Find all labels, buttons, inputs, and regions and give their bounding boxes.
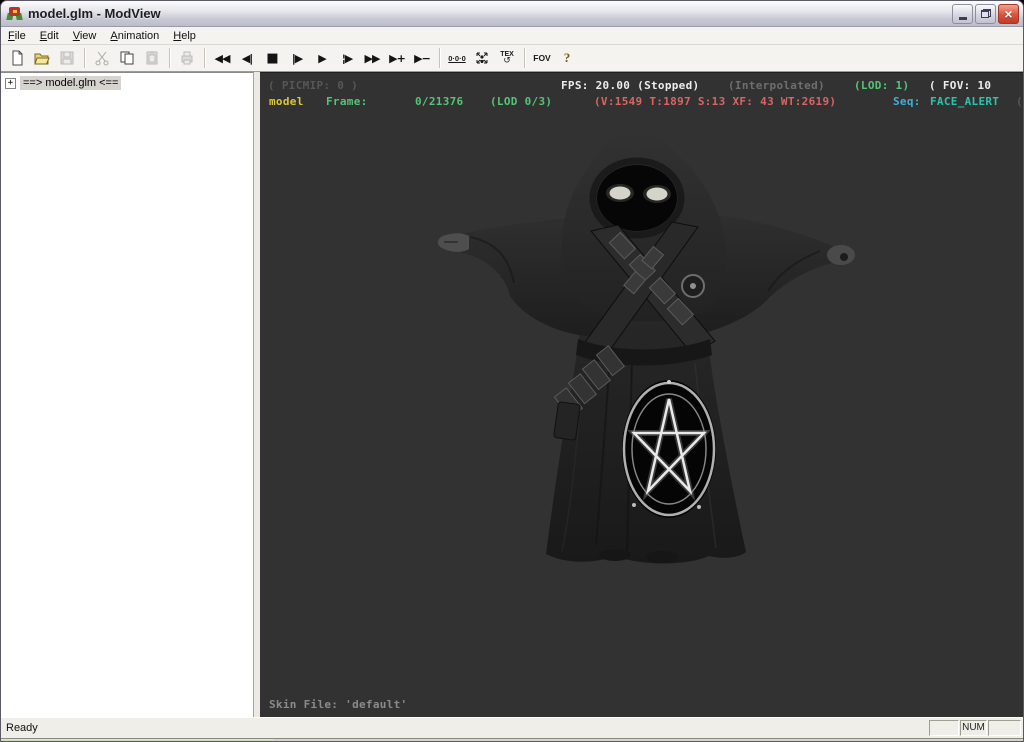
fast-forward-button[interactable]: ▶▶ (360, 47, 384, 69)
right-eye (646, 187, 668, 201)
fov-icon: FOV (533, 53, 551, 63)
restore-button[interactable] (975, 3, 996, 24)
menu-animation[interactable]: Animation (103, 27, 166, 45)
play-marked-button[interactable]: ¦▶ (335, 47, 359, 69)
center-model-button[interactable] (470, 47, 494, 69)
toolbar-separator (84, 48, 86, 68)
hud-seq-value: FACE_ALERT (930, 95, 1000, 108)
status-pane-empty-1 (929, 720, 959, 736)
center-arrows-icon (476, 52, 488, 64)
print-icon (181, 51, 193, 65)
status-bar: Ready NUM (1, 717, 1023, 738)
save-icon (60, 51, 74, 65)
origin-icon: 0·0·0 (448, 53, 466, 63)
status-pane-num: NUM (960, 720, 987, 736)
fov-button[interactable]: FOV (530, 47, 554, 69)
paste-button[interactable] (140, 47, 164, 69)
speed-up-icon: ▶+ (389, 51, 406, 65)
close-icon: × (1004, 5, 1013, 22)
hud-seq-label: Seq: (893, 95, 921, 108)
help-button[interactable]: ? (555, 47, 579, 69)
window-bottom-edge (1, 738, 1023, 741)
hud-model-name: model (269, 95, 304, 108)
print-button[interactable] (175, 47, 199, 69)
hud-interpolated: (Interpolated) (728, 79, 825, 92)
play-marked-icon: ¦▶ (341, 51, 354, 65)
hud-seq-trailing: ( (1016, 95, 1023, 108)
tree-item-model[interactable]: + ==> model.glm <== (5, 76, 253, 90)
toolbar-separator (524, 48, 526, 68)
menu-file[interactable]: File (1, 27, 33, 45)
open-button[interactable] (30, 47, 54, 69)
model-render-jawa (437, 117, 855, 564)
model-tree-panel: + ==> model.glm <== (1, 72, 254, 717)
tree-expand-icon[interactable]: + (5, 77, 16, 89)
pentagram-emblem (622, 380, 716, 518)
minimize-button[interactable] (952, 3, 973, 24)
toolbar-separator (439, 48, 441, 68)
hud-skin-file: Skin File: 'default' (269, 698, 408, 711)
menu-edit[interactable]: Edit (33, 27, 66, 45)
toolbar-separator (204, 48, 206, 68)
toolbar: ◀◀ ◀| ■ |▶ ▶ ¦▶ ▶▶ ▶+ ▶− 0·0·0 TEX ↺ FOV… (1, 45, 1023, 72)
copy-icon (120, 51, 134, 65)
stop-icon: ■ (266, 50, 278, 66)
toolbar-separator (169, 48, 171, 68)
menu-help[interactable]: Help (166, 27, 203, 45)
hud-picmip: ( PICMIP: 0 ) (268, 79, 358, 92)
speed-down-button[interactable]: ▶− (410, 47, 434, 69)
play-icon: ▶ (318, 51, 327, 65)
title-bar[interactable]: model.glm - ModView × (1, 1, 1023, 27)
new-button[interactable] (5, 47, 29, 69)
cut-scissors-icon (95, 51, 109, 66)
model-viewport[interactable]: ( PICMIP: 0 ) FPS: 20.00 (Stopped) (Inte… (260, 72, 1023, 717)
stop-button[interactable]: ■ (260, 47, 284, 69)
main-area: + ==> model.glm <== ( PICMIP: 0 ) FPS: 2… (1, 72, 1023, 717)
play-button[interactable]: ▶ (310, 47, 334, 69)
help-question-icon: ? (563, 50, 571, 65)
step-forward-button[interactable]: |▶ (285, 47, 309, 69)
rewind-button[interactable]: ◀◀ (210, 47, 234, 69)
speed-up-button[interactable]: ▶+ (385, 47, 409, 69)
step-back-button[interactable]: ◀| (235, 47, 259, 69)
rewind-icon: ◀◀ (214, 51, 231, 65)
menu-bar: File Edit View Animation Help (1, 27, 1023, 45)
left-eye (609, 186, 631, 200)
step-forward-icon: |▶ (291, 51, 304, 65)
reload-textures-icon: TEX ↺ (500, 50, 514, 66)
minimize-icon (958, 16, 967, 20)
restore-icon (980, 9, 991, 18)
hud-fps: FPS: 20.00 (Stopped) (561, 79, 700, 92)
hud-frame-label: Frame: (326, 95, 368, 108)
paste-clipboard-icon (146, 51, 158, 65)
status-pane-empty-2 (988, 720, 1021, 736)
new-file-icon (12, 50, 23, 66)
close-button[interactable]: × (998, 3, 1019, 24)
reload-textures-button[interactable]: TEX ↺ (495, 47, 519, 69)
modview-window: model.glm - ModView × File Edit View Ani… (0, 0, 1024, 742)
cut-button[interactable] (90, 47, 114, 69)
fast-forward-icon: ▶▶ (364, 51, 381, 65)
tree-item-label[interactable]: ==> model.glm <== (20, 76, 122, 90)
copy-button[interactable] (115, 47, 139, 69)
hud-fov: ( FOV: 10 (929, 79, 992, 92)
save-button[interactable] (55, 47, 79, 69)
status-message: Ready (6, 722, 38, 734)
speed-down-icon: ▶− (414, 51, 431, 65)
open-folder-icon (34, 53, 50, 65)
step-back-icon: ◀| (241, 51, 254, 65)
origin-toggle-button[interactable]: 0·0·0 (445, 47, 469, 69)
menu-view[interactable]: View (66, 27, 104, 45)
app-icon (6, 6, 23, 22)
window-title: model.glm - ModView (28, 6, 161, 21)
hud-lod: (LOD: 1) (854, 79, 910, 92)
